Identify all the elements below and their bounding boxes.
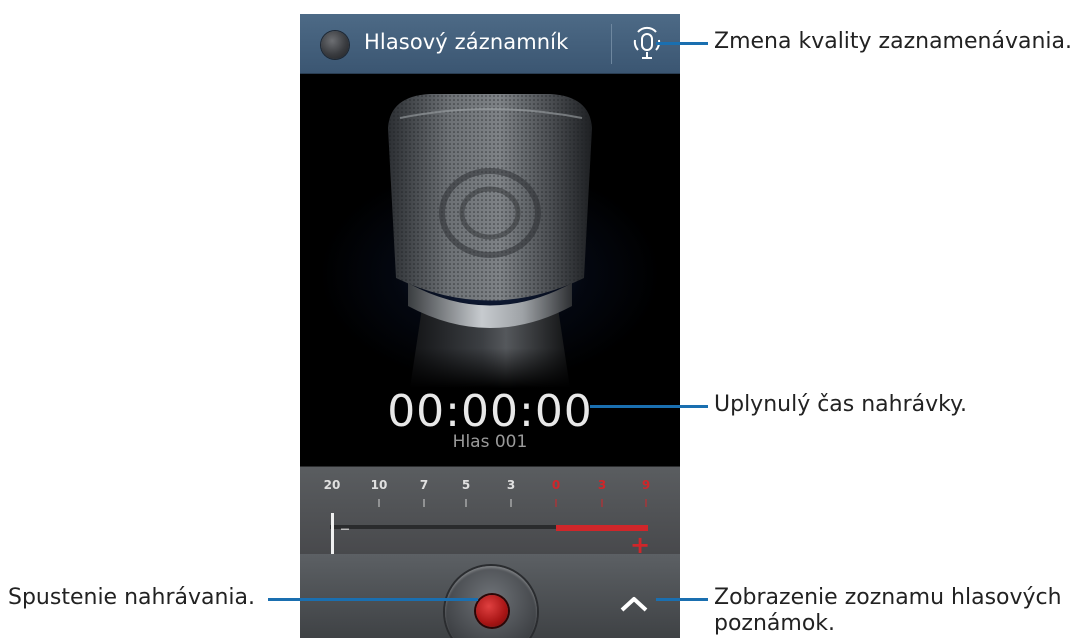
callout-line-list: [656, 598, 708, 601]
microphone-illustration: [388, 94, 592, 388]
recordings-list-button[interactable]: [618, 592, 650, 616]
level-meter-needle: [331, 513, 334, 555]
callout-line-quality: [656, 42, 708, 45]
level-plus-label: +: [630, 531, 650, 555]
action-bar: Hlasový záznamník: [300, 14, 680, 74]
level-scale-label: 20: [324, 478, 341, 492]
callout-list-line1: Zobrazenie zoznamu hlasových: [714, 585, 1062, 610]
level-scale-label: 9: [642, 478, 650, 492]
level-scale-label: 0: [552, 478, 560, 492]
record-button[interactable]: [445, 566, 537, 638]
elapsed-time: 00:00:00: [387, 386, 593, 437]
callout-quality: Zmena kvality zaznamenávania.: [714, 29, 1072, 54]
callout-elapsed: Uplynulý čas nahrávky.: [714, 392, 967, 417]
voice-recorder-app-icon: [321, 31, 349, 59]
level-minus-label: –: [340, 516, 350, 540]
callout-list-line2: poznámok.: [714, 611, 836, 636]
callout-line-record: [268, 598, 478, 601]
callout-line-elapsed: [590, 405, 708, 408]
level-scale-label: 3: [507, 478, 515, 492]
level-scale-label: 10: [371, 478, 388, 492]
level-meter-scale: – + 20 10 7 5 3 0 3 9: [324, 478, 650, 555]
level-scale-label: 5: [462, 478, 470, 492]
chevron-up-icon: [620, 597, 648, 612]
action-bar-divider: [611, 24, 612, 64]
app-title: Hlasový záznamník: [364, 30, 569, 54]
level-scale-label: 3: [598, 478, 606, 492]
control-bar: [300, 554, 680, 638]
level-scale-label: 7: [420, 478, 428, 492]
phone-screen: Hlasový záznamník 00:00:00 Hlas 001 – + …: [300, 14, 680, 638]
record-icon: [476, 595, 508, 627]
recording-file-name: Hlas 001: [452, 432, 528, 452]
level-meter: – + 20 10 7 5 3 0 3 9: [300, 466, 680, 555]
callout-record: Spustenie nahrávania.: [8, 585, 256, 610]
